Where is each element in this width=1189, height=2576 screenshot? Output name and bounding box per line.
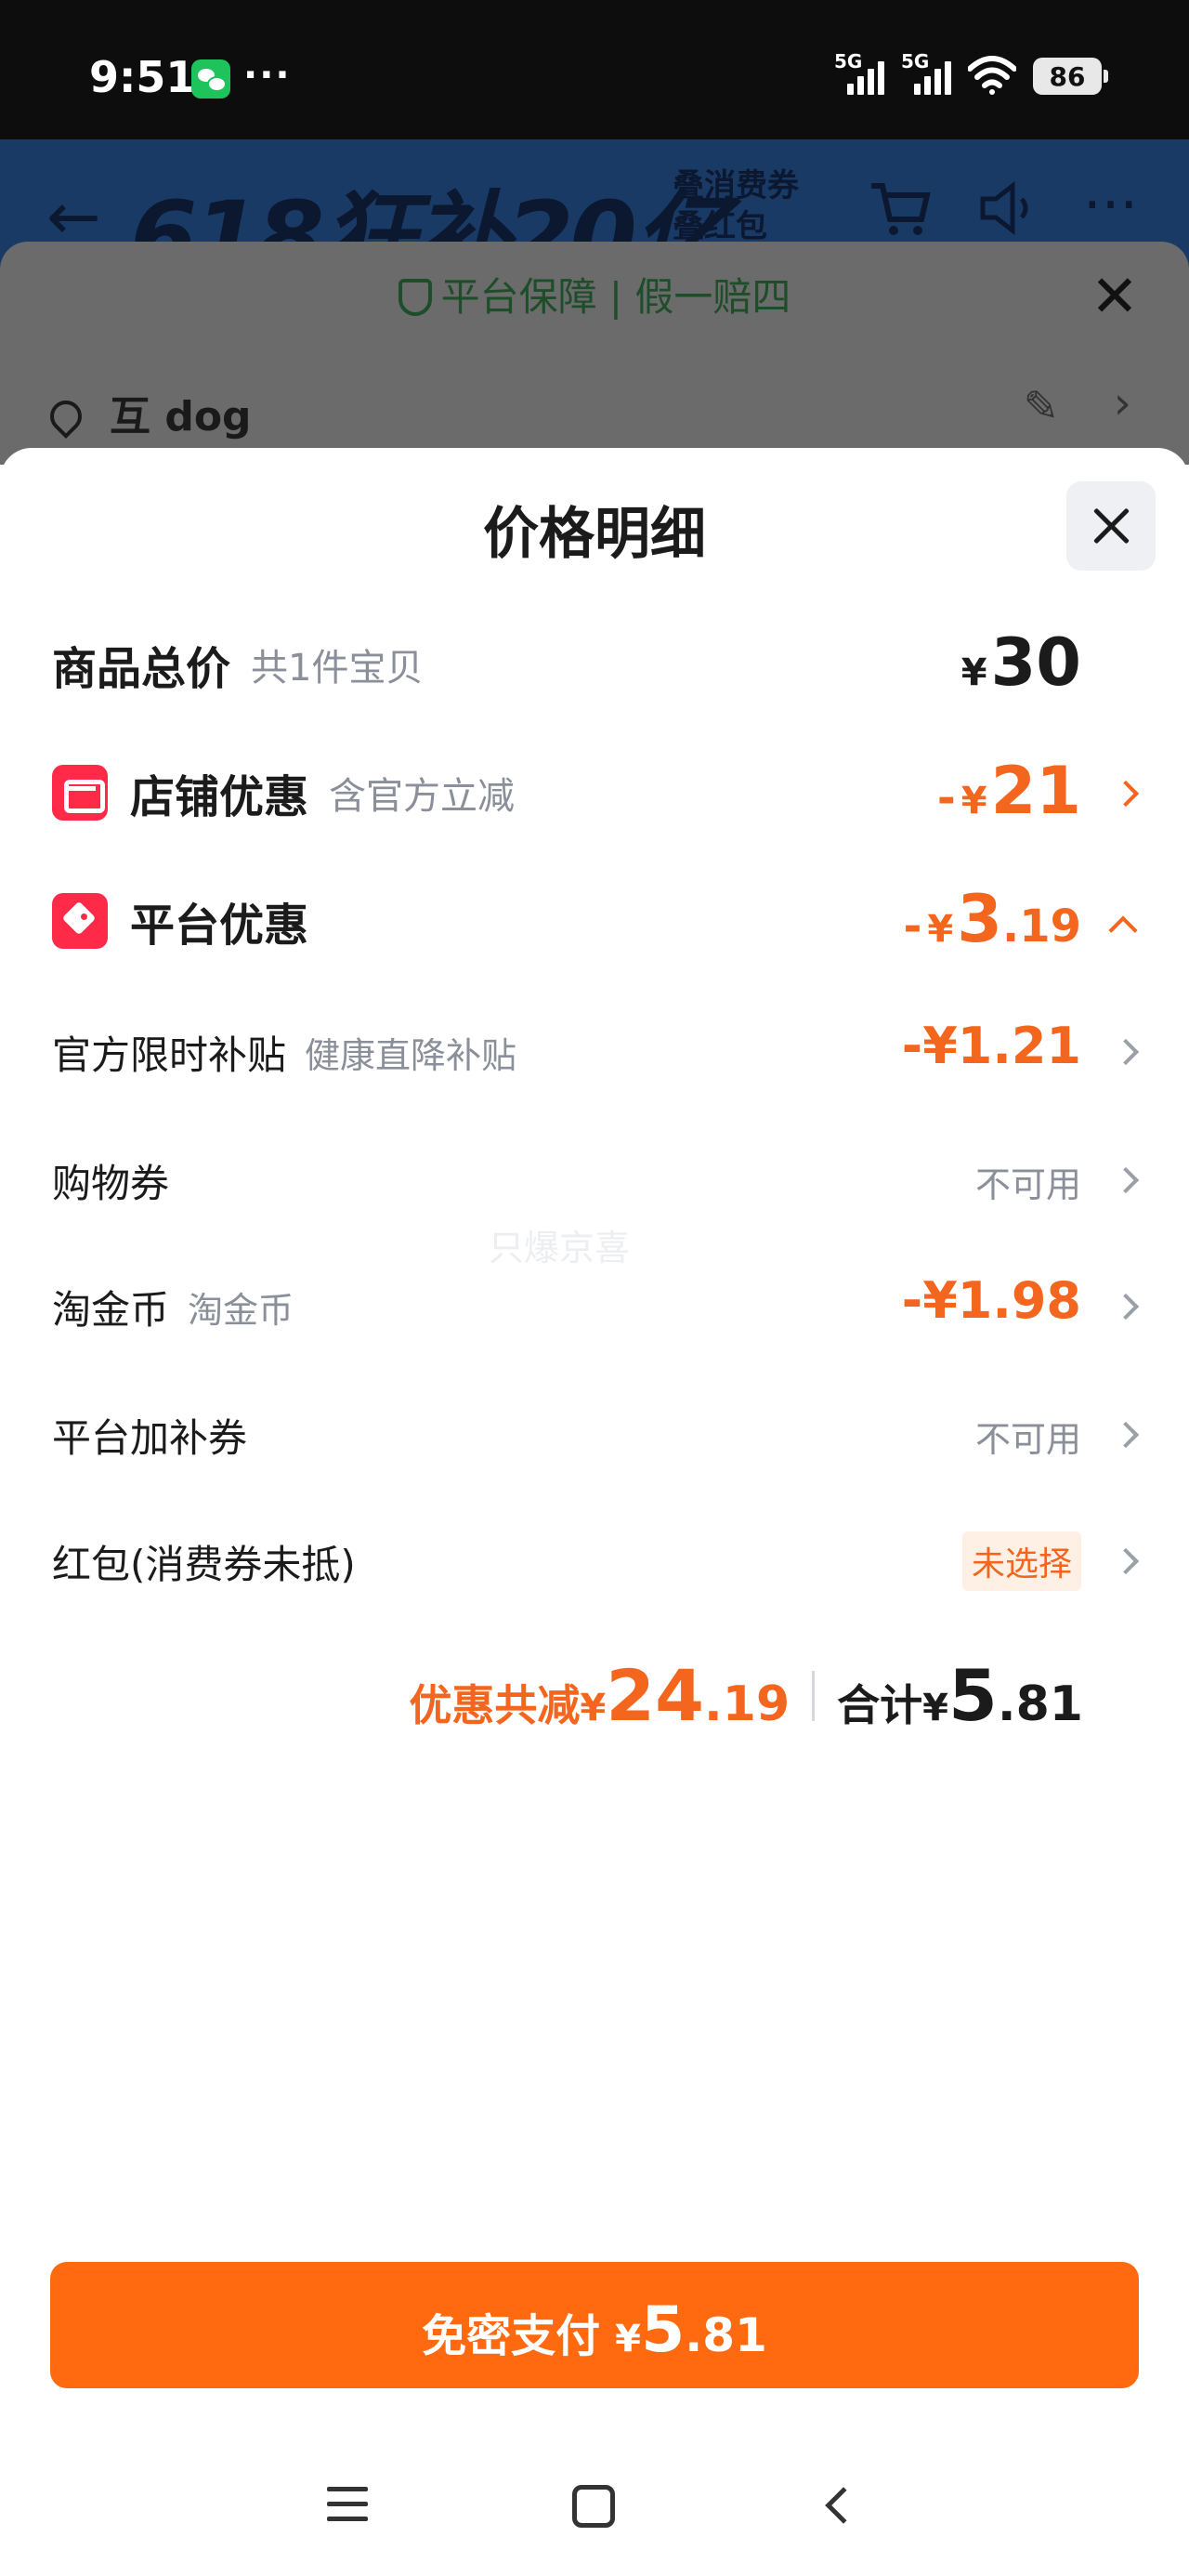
total-price-row: 商品总价 共1件宝贝 ¥ 30 xyxy=(0,624,1189,701)
coupon-tag-icon xyxy=(52,893,108,949)
taojinbi-value: -¥1.98 xyxy=(901,1271,1081,1330)
platform-discount-value: - ¥ 3 .19 xyxy=(903,881,1081,957)
clock: 9:51 xyxy=(89,52,196,102)
platform-discount-label: 平台优惠 xyxy=(130,900,309,952)
pay-button-label: 免密支付 xyxy=(422,2310,601,2362)
chevron-right-icon: › xyxy=(1113,377,1131,429)
taojinbi-label: 淘金币 xyxy=(52,1287,170,1333)
red-packet-label: 红包(消费券未抵) xyxy=(52,1542,356,1587)
currency-symbol: ¥ xyxy=(580,1687,607,1729)
platform-extra-coupon-row[interactable]: 平台加补券 不可用 xyxy=(0,1400,1189,1465)
shop-discount-value: - ¥ 21 xyxy=(937,753,1081,829)
total-price-amount: 30 xyxy=(990,624,1081,701)
shield-icon xyxy=(398,279,432,316)
subsidy-label: 官方限时补贴 xyxy=(52,1032,287,1078)
platform-extra-coupon-status: 不可用 xyxy=(974,1419,1081,1460)
recent-apps-icon[interactable] xyxy=(327,2487,368,2524)
more-icon: ··· xyxy=(1083,171,1139,239)
chevron-right-icon xyxy=(1112,1421,1140,1449)
minus-sign: - xyxy=(936,772,956,824)
saved-amount-dec: .19 xyxy=(704,1676,790,1732)
pay-amount-int: 5 xyxy=(640,2293,686,2367)
close-icon xyxy=(1091,506,1130,545)
chevron-right-icon xyxy=(1112,1547,1140,1575)
currency-symbol: ¥ xyxy=(960,651,987,694)
minus-sign: - xyxy=(903,900,922,953)
shopping-coupon-row[interactable]: 购物券 不可用 xyxy=(0,1145,1189,1210)
background-page: ← 618狂补20亿 叠消费券 叠红包 ··· 平台保障 | 假一赔四 ✕ 互 … xyxy=(0,139,1189,465)
speaker-icon xyxy=(980,180,1028,236)
platform-discount-int: 3 xyxy=(957,881,1002,957)
platform-discount-row[interactable]: 平台优惠 - ¥ 3 .19 xyxy=(0,881,1189,957)
saved-amount-int: 24 xyxy=(606,1654,705,1737)
price-summary: 优惠共减 ¥ 24 .19 合计 ¥ 5 .81 xyxy=(409,1654,1083,1737)
chevron-right-icon xyxy=(1112,1038,1140,1066)
red-packet-status: 未选择 xyxy=(961,1531,1081,1591)
currency-symbol: ¥ xyxy=(927,908,954,951)
wechat-icon xyxy=(191,59,230,99)
price-detail-sheet: 价格明细 商品总价 共1件宝贝 ¥ 30 店铺优惠 含官方立减 - ¥ 21 平… xyxy=(0,448,1189,2576)
status-icons: 5G 5G 86 xyxy=(834,50,1108,95)
more-notifications-icon: ··· xyxy=(243,54,292,97)
signal-icon: 5G xyxy=(834,50,884,95)
location-pin-icon xyxy=(43,393,89,440)
edit-icon: ✎ xyxy=(1023,381,1059,431)
pay-amount-dec: .81 xyxy=(685,2308,767,2362)
divider xyxy=(812,1670,816,1721)
chevron-right-icon xyxy=(1112,1166,1140,1194)
home-icon[interactable] xyxy=(572,2485,615,2528)
back-icon[interactable] xyxy=(825,2487,862,2524)
guarantee-banner: 平台保障 | 假一赔四 xyxy=(0,266,1189,322)
wifi-icon xyxy=(968,56,1016,95)
subsidy-sub: 健康直降补贴 xyxy=(305,1035,517,1076)
address-row: 互 dog xyxy=(43,383,252,442)
currency-symbol: ¥ xyxy=(922,1687,948,1729)
close-icon: ✕ xyxy=(1091,262,1139,330)
cart-icon xyxy=(871,183,931,235)
shop-discount-sub: 含官方立减 xyxy=(329,775,516,818)
chevron-right-icon xyxy=(1112,780,1140,808)
shop-discount-row[interactable]: 店铺优惠 含官方立减 - ¥ 21 xyxy=(0,753,1189,829)
platform-extra-coupon-label: 平台加补券 xyxy=(52,1415,248,1461)
battery-icon: 86 xyxy=(1033,58,1108,95)
system-nav-bar xyxy=(0,2453,1189,2576)
taojinbi-sub: 淘金币 xyxy=(188,1290,294,1331)
order-sheet-behind: 平台保障 | 假一赔四 ✕ 互 dog ✎ › xyxy=(0,242,1189,465)
currency-symbol: ¥ xyxy=(615,2318,641,2360)
shop-discount-amount: 21 xyxy=(990,753,1081,829)
grand-total-dec: .81 xyxy=(997,1676,1083,1732)
shopping-coupon-status: 不可用 xyxy=(974,1164,1081,1205)
total-price-value: ¥ 30 xyxy=(961,624,1081,701)
subsidy-row[interactable]: 官方限时补贴 健康直降补贴 -¥1.21 xyxy=(0,1017,1189,1082)
total-price-label: 商品总价 xyxy=(52,643,231,695)
sheet-title: 价格明细 xyxy=(483,502,706,567)
chevron-up-icon xyxy=(1108,915,1138,945)
status-bar: 9:51 ··· 5G 5G 86 xyxy=(0,0,1189,139)
currency-symbol: ¥ xyxy=(960,780,987,822)
promo-banner-sub: 叠消费券 叠红包 xyxy=(673,165,799,247)
chevron-right-icon xyxy=(1112,1293,1140,1321)
pay-button[interactable]: 免密支付 ¥ 5 .81 xyxy=(50,2262,1139,2388)
saved-label: 优惠共减 xyxy=(409,1680,581,1730)
address-text: 互 dog xyxy=(110,393,252,440)
item-count: 共1件宝贝 xyxy=(251,647,424,690)
red-packet-row[interactable]: 红包(消费券未抵) 未选择 xyxy=(0,1526,1189,1591)
platform-discount-dec: .19 xyxy=(1001,900,1081,953)
shop-discount-label: 店铺优惠 xyxy=(130,771,309,823)
signal-icon: 5G xyxy=(901,50,951,95)
grand-total-int: 5 xyxy=(947,1654,998,1737)
close-button[interactable] xyxy=(1066,481,1156,571)
shopping-coupon-label: 购物券 xyxy=(52,1161,170,1206)
watermark: 只爆京喜 xyxy=(489,1228,631,1268)
grand-total-label: 合计 xyxy=(837,1680,923,1730)
subsidy-value: -¥1.21 xyxy=(901,1017,1081,1075)
promo-sub-line: 叠消费券 xyxy=(673,167,799,204)
taojinbi-row[interactable]: 淘金币 淘金币 -¥1.98 xyxy=(0,1271,1189,1336)
shop-icon xyxy=(52,765,108,821)
guarantee-text: 平台保障 | 假一赔四 xyxy=(440,274,791,320)
